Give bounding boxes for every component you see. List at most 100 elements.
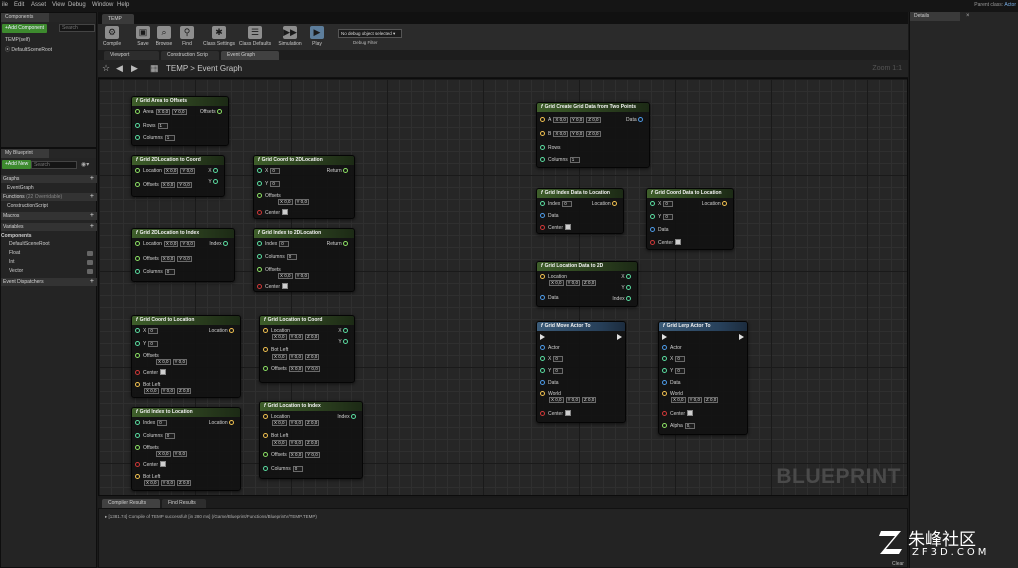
pin-location[interactable]: Location X 0,0 Y 0,0 <box>135 241 195 247</box>
bot-left-z-field[interactable]: Z 0,0 <box>304 440 320 446</box>
location-x-field[interactable]: X 0,0 <box>272 420 287 426</box>
pin-bot-left[interactable]: Bot Left <box>263 347 288 353</box>
menu-view[interactable]: View <box>52 2 65 8</box>
category-variables[interactable]: Variables + <box>1 223 97 231</box>
pin-y[interactable]: Y0 <box>662 368 686 374</box>
pin-y[interactable]: Y0 <box>257 181 281 187</box>
offsets-y-field[interactable]: Y 0,0 <box>294 273 309 279</box>
menu-window[interactable]: Window <box>92 2 113 8</box>
center-checkbox[interactable] <box>160 461 167 467</box>
pin-x-out[interactable]: X <box>208 168 221 174</box>
node-grid-coord-to-location[interactable]: f Grid Coord to Location X0 Y0 Offsets X … <box>131 315 241 398</box>
pin-location-out[interactable]: Location <box>209 420 237 426</box>
category-functions[interactable]: Functions (22 Overridable) + <box>1 193 97 201</box>
pin-data[interactable]: Data <box>540 380 559 386</box>
pin-offsets[interactable]: Offsets X 0,0 Y 0,0 <box>135 182 192 188</box>
editor-tab-temp[interactable]: TEMP <box>102 14 134 24</box>
pin-columns[interactable]: Columns 0 <box>263 466 303 472</box>
node-header[interactable]: f Grid 2DLocation to Index <box>132 229 234 238</box>
simulation-button[interactable]: ▶▶ Simulation <box>276 25 304 49</box>
world-y-field[interactable]: Y 0,0 <box>565 397 580 403</box>
compile-button[interactable]: ⚙ Compile <box>99 25 125 49</box>
pin-a[interactable]: AX 0,0 Y 0,0 Z 0,0 <box>540 117 601 123</box>
pin-index[interactable]: Index 0 <box>135 420 168 426</box>
pin-data[interactable]: Data <box>650 227 669 233</box>
pin-columns[interactable]: Columns 0 <box>135 269 175 275</box>
index-field[interactable]: 0 <box>157 420 168 426</box>
pin-return[interactable]: Return <box>327 168 351 174</box>
add-new-button[interactable]: +Add New <box>2 160 32 169</box>
node-header[interactable]: f Grid Coord to 2DLocation <box>254 156 354 165</box>
columns-field[interactable]: 0 <box>164 269 175 275</box>
pin-y-out[interactable]: Y <box>621 285 634 291</box>
a-x-field[interactable]: X 0,0 <box>553 117 568 123</box>
variable-int[interactable]: Int <box>9 258 15 266</box>
bot-left-y-field[interactable]: Y 0,0 <box>288 354 303 360</box>
debug-object-select[interactable]: No debug object selected ▾ <box>338 29 402 38</box>
forward-arrow-icon[interactable]: ▶ <box>131 63 138 74</box>
pin-location-out[interactable]: Location <box>592 201 620 207</box>
bot-left-x-field[interactable]: X 0,0 <box>144 480 159 486</box>
components-tab[interactable]: Components <box>1 13 49 22</box>
category-graphs[interactable]: Graphs + <box>1 175 97 183</box>
pin-x[interactable]: X0 <box>662 356 686 362</box>
pin-return[interactable]: Return <box>327 241 351 247</box>
columns-field[interactable]: 0 <box>164 433 175 439</box>
x-field[interactable]: 0 <box>675 356 686 362</box>
tab-find-results[interactable]: Find Results <box>162 499 206 508</box>
components-search-input[interactable]: Search <box>59 24 95 32</box>
pin-center[interactable]: Center <box>540 410 572 417</box>
center-checkbox[interactable] <box>675 239 682 245</box>
pin-center[interactable]: Center <box>257 209 289 216</box>
back-arrow-icon[interactable]: ◀ <box>116 63 123 74</box>
index-field[interactable]: 0 <box>279 241 290 247</box>
pin-data-out[interactable]: Data <box>626 117 646 123</box>
find-button[interactable]: ⚲ Find <box>174 25 200 49</box>
pin-offsets[interactable]: Offsets X 0,0 Y 0,0 <box>135 256 192 262</box>
world-x-field[interactable]: X 0,0 <box>671 397 686 403</box>
node-grid-move-actor-to[interactable]: f Grid Move Actor To Actor X0 Y0 Data Wor… <box>536 321 626 423</box>
node-header[interactable]: f Grid Location to Index <box>260 402 362 411</box>
class-defaults-button[interactable]: ☰ Class Defaults <box>238 25 272 49</box>
offsets-y-field[interactable]: Y 0,0 <box>177 182 192 188</box>
columns-field[interactable]: 0 <box>292 466 303 472</box>
tab-construction-script[interactable]: Construction Scrip <box>161 51 219 60</box>
node-grid-index-to-2dlocation[interactable]: f Grid Index to 2DLocation Index 0 Columns… <box>253 228 355 292</box>
node-header[interactable]: f Grid Index to 2DLocation <box>254 229 354 238</box>
pin-location[interactable]: Location X 0,0 Y 0,0 <box>135 168 195 174</box>
variable-vector[interactable]: Vector <box>9 267 23 275</box>
node-header[interactable]: f Grid Area to Offsets <box>132 97 228 106</box>
pin-rows[interactable]: Rows <box>540 145 561 151</box>
offsets-y-field[interactable]: Y 0,0 <box>305 452 320 458</box>
node-grid-index-to-location[interactable]: f Grid Index to Location Index 0 Columns 0 … <box>131 407 241 491</box>
pin-x[interactable]: X0 <box>135 328 159 334</box>
node-header[interactable]: f Grid Lerp Actor To <box>659 322 747 331</box>
offsets-y-field[interactable]: Y 0,0 <box>172 359 187 365</box>
node-header[interactable]: f Grid Create Grid Data from Two Points <box>537 103 649 112</box>
menu-asset[interactable]: Asset <box>31 2 46 8</box>
pin-bot-left[interactable]: Bot Left <box>263 433 288 439</box>
a-z-field[interactable]: Z 0,0 <box>586 117 601 123</box>
pin-center[interactable]: Center <box>540 224 572 231</box>
node-grid-create-grid-data[interactable]: f Grid Create Grid Data from Two Points A… <box>536 102 650 168</box>
view-options-icon[interactable]: ◉▾ <box>81 161 89 168</box>
center-checkbox[interactable] <box>282 209 289 215</box>
world-z-field[interactable]: Z 0,0 <box>581 397 597 403</box>
pin-offsets[interactable]: Offsets X 0,0 Y 0,0 <box>263 366 320 372</box>
add-component-button[interactable]: +Add Component <box>2 24 48 33</box>
location-z-field[interactable]: Z 0,0 <box>304 420 320 426</box>
node-grid-location-to-index[interactable]: f Grid Location to Index Location X 0,0 Y … <box>259 401 363 479</box>
pin-y-out[interactable]: Y <box>208 179 221 185</box>
pin-rows[interactable]: Rows 1 <box>135 123 168 129</box>
offsets-y-field[interactable]: Y 0,0 <box>172 451 187 457</box>
pin-data[interactable]: Data <box>540 213 559 219</box>
center-checkbox[interactable] <box>282 283 289 289</box>
node-grid-location-to-coord[interactable]: f Grid Location to Coord Location X 0,0 Y … <box>259 315 355 383</box>
pin-center[interactable]: Center <box>257 283 289 290</box>
visibility-icon[interactable] <box>87 260 93 265</box>
y-field[interactable]: 0 <box>675 368 686 374</box>
offsets-x-field[interactable]: X 0,0 <box>160 182 176 188</box>
bot-left-x-field[interactable]: X 0,0 <box>272 440 287 446</box>
bot-left-x-field[interactable]: X 0,0 <box>144 388 159 394</box>
play-button[interactable]: ▶ Play <box>306 25 328 49</box>
